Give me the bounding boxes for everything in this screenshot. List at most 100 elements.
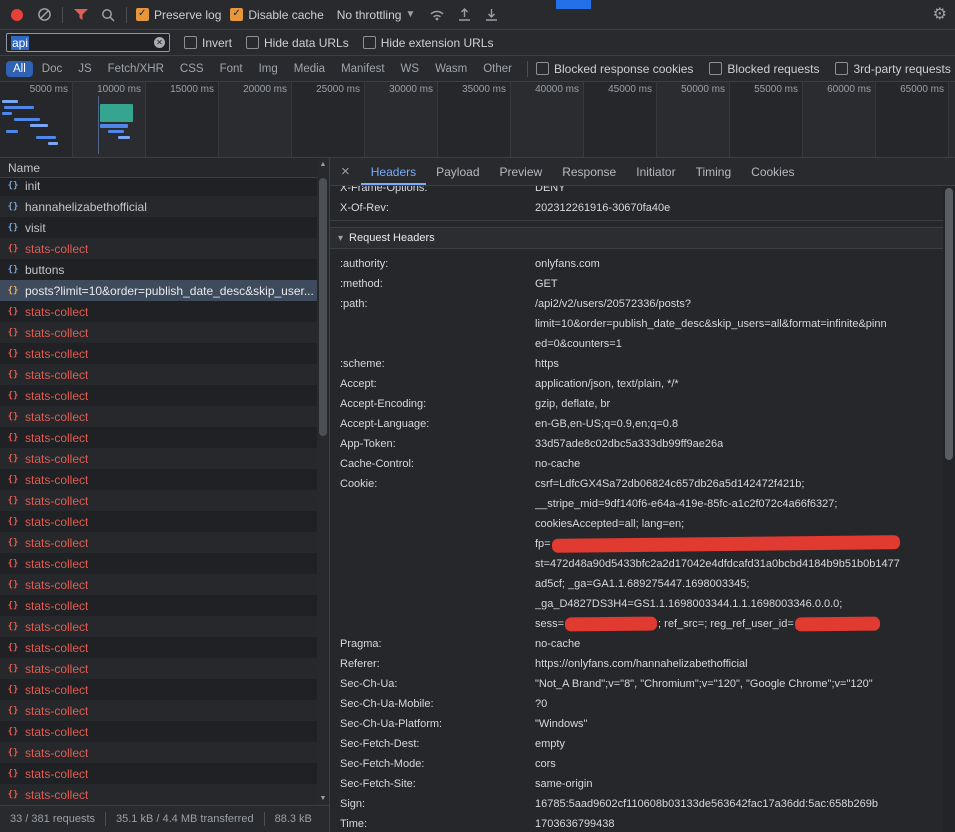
hide-data-urls-checkbox[interactable]: Hide data URLs	[246, 36, 349, 50]
header-name: Time:	[340, 814, 535, 832]
tab-initiator[interactable]: Initiator	[626, 158, 685, 185]
overview-activity-bar	[108, 130, 124, 133]
details-tabs: HeadersPayloadPreviewResponseInitiatorTi…	[361, 158, 805, 185]
request-row[interactable]: {}stats-collect	[0, 553, 317, 574]
request-row[interactable]: {}stats-collect	[0, 364, 317, 385]
request-name: stats-collect	[25, 536, 88, 550]
details-scrollbar[interactable]	[943, 186, 955, 832]
filter-button[interactable]	[72, 6, 90, 24]
request-row[interactable]: {}hannahelizabethofficial	[0, 196, 317, 217]
script-file-icon: {}	[6, 286, 20, 296]
request-row[interactable]: {}buttons	[0, 259, 317, 280]
request-row[interactable]: {}stats-collect	[0, 343, 317, 364]
header-value: no-cache	[535, 454, 580, 474]
preserve-log-checkbox[interactable]: Preserve log	[136, 8, 221, 22]
request-row[interactable]: {}stats-collect	[0, 574, 317, 595]
request-row[interactable]: {}stats-collect	[0, 637, 317, 658]
export-har-button[interactable]	[482, 6, 500, 24]
gear-icon[interactable]: ⚙	[933, 7, 947, 23]
filter-pill-all[interactable]: All	[6, 61, 33, 77]
request-row[interactable]: {}stats-collect	[0, 427, 317, 448]
request-row[interactable]: {}stats-collect	[0, 679, 317, 700]
record-button[interactable]	[8, 6, 26, 24]
header-name: Sec-Ch-Ua-Mobile:	[340, 694, 535, 714]
request-name: stats-collect	[25, 662, 88, 676]
request-row[interactable]: {}stats-collect	[0, 322, 317, 343]
request-row[interactable]: {}posts?limit=10&order=publish_date_desc…	[0, 280, 317, 301]
header-value: cors	[535, 754, 556, 774]
request-name: stats-collect	[25, 473, 88, 487]
header-row: Accept:application/json, text/plain, */*	[330, 374, 943, 394]
request-row[interactable]: {}stats-collect	[0, 784, 317, 805]
throttling-select[interactable]: No throttling ▼	[333, 6, 420, 24]
request-row[interactable]: {}stats-collect	[0, 595, 317, 616]
filter-pill-css[interactable]: CSS	[173, 61, 211, 77]
filter-pill-fetch-xhr[interactable]: Fetch/XHR	[101, 61, 171, 77]
search-button[interactable]	[99, 6, 117, 24]
close-details-button[interactable]: ×	[330, 158, 361, 185]
filter-pill-wasm[interactable]: Wasm	[428, 61, 474, 77]
header-value: onlyfans.com	[535, 254, 600, 274]
request-row[interactable]: {}stats-collect	[0, 511, 317, 532]
network-conditions-button[interactable]	[428, 6, 446, 24]
requests-scrollbar[interactable]: ▲ ▼	[317, 158, 329, 805]
request-name: stats-collect	[25, 578, 88, 592]
scrollbar-thumb[interactable]	[319, 178, 327, 436]
request-row[interactable]: {}stats-collect	[0, 742, 317, 763]
request-row[interactable]: {}stats-collect	[0, 385, 317, 406]
hide-data-urls-label: Hide data URLs	[264, 36, 349, 50]
request-row[interactable]: {}stats-collect	[0, 532, 317, 553]
tab-timing[interactable]: Timing	[686, 158, 742, 185]
header-value: 202312261916-30670fa40e	[535, 198, 670, 218]
filter-pill-media[interactable]: Media	[287, 61, 332, 77]
request-row[interactable]: {}stats-collect	[0, 616, 317, 637]
request-row[interactable]: {}stats-collect	[0, 301, 317, 322]
hide-extension-urls-checkbox[interactable]: Hide extension URLs	[363, 36, 494, 50]
header-row: Time:1703636799438	[330, 814, 943, 832]
tab-preview[interactable]: Preview	[490, 158, 553, 185]
request-row[interactable]: {}stats-collect	[0, 406, 317, 427]
filter-pill-img[interactable]: Img	[252, 61, 285, 77]
request-row[interactable]: {}init	[0, 175, 317, 196]
filter-pill-font[interactable]: Font	[213, 61, 250, 77]
scroll-down-icon[interactable]: ▼	[317, 795, 329, 802]
request-name: stats-collect	[25, 599, 88, 613]
request-row[interactable]: {}stats-collect	[0, 238, 317, 259]
network-overview[interactable]: 5000 ms10000 ms15000 ms20000 ms25000 ms3…	[0, 82, 955, 158]
overview-activity-bar	[98, 96, 99, 154]
request-name: stats-collect	[25, 389, 88, 403]
toolbar-separator	[62, 7, 63, 23]
request-row[interactable]: {}stats-collect	[0, 658, 317, 679]
import-har-button[interactable]	[455, 6, 473, 24]
checkbox-3rd-party-requests[interactable]: 3rd-party requests	[835, 62, 950, 76]
header-row: Cache-Control:no-cache	[330, 454, 943, 474]
filter-pill-js[interactable]: JS	[71, 61, 98, 77]
disable-cache-checkbox[interactable]: Disable cache	[230, 8, 323, 22]
header-value: "Windows"	[535, 714, 587, 734]
checkbox-blocked-response-cookies[interactable]: Blocked response cookies	[536, 62, 693, 76]
tab-cookies[interactable]: Cookies	[741, 158, 804, 185]
request-row[interactable]: {}stats-collect	[0, 700, 317, 721]
clear-input-icon[interactable]: ✕	[154, 37, 165, 48]
upload-icon	[457, 7, 472, 22]
filter-pill-other[interactable]: Other	[476, 61, 519, 77]
request-row[interactable]: {}stats-collect	[0, 469, 317, 490]
clear-button[interactable]	[35, 6, 53, 24]
request-headers-section-header[interactable]: ▾Request Headers	[330, 227, 943, 249]
filter-pill-ws[interactable]: WS	[394, 61, 427, 77]
checkbox-blocked-requests[interactable]: Blocked requests	[709, 62, 819, 76]
request-row[interactable]: {}stats-collect	[0, 448, 317, 469]
request-row[interactable]: {}stats-collect	[0, 763, 317, 784]
request-row[interactable]: {}stats-collect	[0, 721, 317, 742]
request-row[interactable]: {}visit	[0, 217, 317, 238]
invert-checkbox[interactable]: Invert	[184, 36, 232, 50]
tab-payload[interactable]: Payload	[426, 158, 489, 185]
tab-response[interactable]: Response	[552, 158, 626, 185]
scrollbar-thumb[interactable]	[945, 188, 953, 460]
request-row[interactable]: {}stats-collect	[0, 490, 317, 511]
filter-input[interactable]: api ✕	[6, 33, 170, 52]
filter-pill-doc[interactable]: Doc	[35, 61, 69, 77]
tab-headers[interactable]: Headers	[361, 158, 426, 185]
filter-pill-manifest[interactable]: Manifest	[334, 61, 391, 77]
scroll-up-icon[interactable]: ▲	[317, 161, 329, 168]
